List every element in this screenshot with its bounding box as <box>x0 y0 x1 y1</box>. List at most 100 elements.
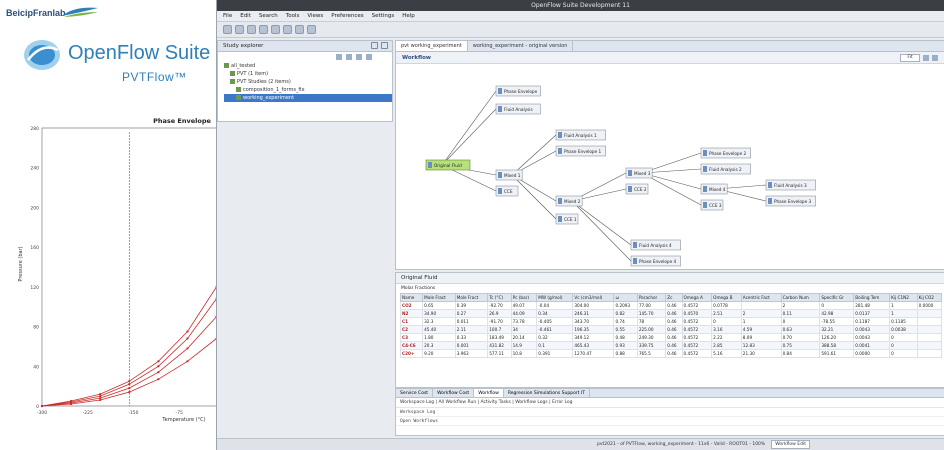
table-cell[interactable]: 0.55 <box>613 325 638 334</box>
table-cell[interactable]: 3.16 <box>711 325 742 334</box>
table-cell[interactable] <box>916 333 943 342</box>
table-cell[interactable]: 225.00 <box>636 325 667 334</box>
table-row[interactable]: C4-C6 20.3 0.001 431.82 14.9 0.1 465.43 0.93 339… <box>399 341 943 350</box>
editor-tab[interactable]: working_experiment - original version <box>468 41 574 51</box>
menu-item[interactable]: Settings <box>372 11 395 21</box>
table-cell[interactable]: 0.0043 <box>853 325 891 334</box>
table-cell[interactable]: -0.04 <box>536 301 574 310</box>
table-cell[interactable]: 8.09 <box>740 333 782 342</box>
table-cell[interactable]: 249.30 <box>636 333 667 342</box>
table-row[interactable]: CO2 0.65 0.39 -92.70 49.07 -0.04 304.00 0.2093 7… <box>399 301 943 310</box>
table-cell[interactable]: 0.0041 <box>853 341 891 350</box>
table-cell[interactable]: 1 <box>889 301 918 310</box>
workflow-node[interactable]: Fluid Analysis <box>495 103 541 115</box>
component-name-cell[interactable]: C2 <box>399 325 424 334</box>
workflow-node[interactable]: Phase Envelope 4 <box>630 255 681 267</box>
undo-icon[interactable] <box>259 25 268 34</box>
table-cell[interactable]: 1270.47 <box>572 349 615 358</box>
table-cell[interactable]: 339.75 <box>636 341 667 350</box>
workflow-node[interactable]: Phase Envelope 3 <box>765 195 816 207</box>
table-cell[interactable]: 0.4572 <box>681 349 713 358</box>
table-cell[interactable]: 5.16 <box>711 349 742 358</box>
table-cell[interactable]: 45.40 <box>422 325 456 334</box>
column-header[interactable]: ω <box>613 293 638 302</box>
table-cell[interactable] <box>916 349 943 358</box>
table-cell[interactable]: 388.58 <box>819 341 855 350</box>
column-header[interactable]: Omega B <box>711 293 742 302</box>
column-header[interactable]: Kij CO2 <box>916 293 943 302</box>
open-icon[interactable] <box>235 25 244 34</box>
table-cell[interactable]: 32.3 <box>422 317 456 326</box>
menu-item[interactable]: Preferences <box>331 11 363 21</box>
table-cell[interactable]: 0.39 <box>454 301 489 310</box>
table-cell[interactable]: -92.70 <box>487 301 512 310</box>
workflow-graph[interactable]: Original Fluid Phase Envelope Fluid Analys… <box>396 65 944 269</box>
menu-item[interactable]: Search <box>259 11 278 21</box>
table-cell[interactable]: 0.0038 <box>889 325 918 334</box>
console-tab[interactable]: Service Cost <box>396 389 434 397</box>
column-header[interactable]: Carbon Num <box>780 293 821 302</box>
table-cell[interactable]: 126.20 <box>819 333 855 342</box>
table-cell[interactable]: 0.1187 <box>853 317 891 326</box>
table-cell[interactable]: 0 <box>889 349 918 358</box>
table-cell[interactable] <box>916 317 943 326</box>
table-cell[interactable]: 14.9 <box>510 341 538 350</box>
table-cell[interactable]: 0.65 <box>422 301 456 310</box>
column-header[interactable]: Mole Fract <box>422 293 456 302</box>
table-cell[interactable]: 44.09 <box>510 309 538 318</box>
table-cell[interactable]: 0.2093 <box>613 301 638 310</box>
table-cell[interactable]: 0 <box>711 317 742 326</box>
console-tab[interactable]: Workflow Cost <box>433 389 475 397</box>
table-cell[interactable]: 0.0000 <box>853 349 891 358</box>
table-cell[interactable]: 0.46 <box>665 333 683 342</box>
table-cell[interactable]: 0.93 <box>613 341 638 350</box>
tree-item[interactable]: PVT (1 item) <box>224 70 392 78</box>
table-cell[interactable] <box>740 301 782 310</box>
table-cell[interactable]: 2.85 <box>711 341 742 350</box>
run-icon[interactable] <box>283 25 292 34</box>
table-cell[interactable]: 246.31 <box>572 309 615 318</box>
workflow-node[interactable]: Fluid Analysis 1 <box>555 129 606 141</box>
table-cell[interactable]: 77.00 <box>636 301 667 310</box>
table-cell[interactable]: 196.35 <box>572 325 615 334</box>
table-cell[interactable]: 0.88 <box>613 349 638 358</box>
new-icon[interactable] <box>223 25 232 34</box>
table-cell[interactable]: 183.49 <box>487 333 512 342</box>
workflow-node[interactable]: Original Fluid <box>425 159 471 171</box>
component-name-cell[interactable]: C4-C6 <box>399 341 424 350</box>
table-cell[interactable]: 2 <box>740 309 782 318</box>
column-header[interactable]: Parachor <box>636 293 667 302</box>
column-header[interactable]: Boiling Tem <box>853 293 891 302</box>
filter-icon[interactable] <box>356 54 362 60</box>
table-cell[interactable]: 0.4572 <box>681 301 713 310</box>
column-header[interactable]: MW (g/mol) <box>536 293 574 302</box>
table-cell[interactable]: 343.70 <box>572 317 615 326</box>
table-cell[interactable] <box>916 341 943 350</box>
table-cell[interactable] <box>916 325 943 334</box>
table-cell[interactable]: 0.0137 <box>853 309 891 318</box>
table-cell[interactable]: 0.11 <box>780 309 821 318</box>
component-name-cell[interactable]: N2 <box>399 309 424 318</box>
table-cell[interactable]: -0.405 <box>536 317 574 326</box>
table-cell[interactable]: 0.001 <box>454 341 489 350</box>
settings-icon[interactable] <box>307 25 316 34</box>
table-cell[interactable]: 10.8 <box>510 349 538 358</box>
table-cell[interactable]: 0.0000 <box>916 301 943 310</box>
workflow-node[interactable]: Phase Envelope 1 <box>555 145 606 157</box>
table-cell[interactable]: 0.48 <box>613 333 638 342</box>
table-cell[interactable]: 0.82 <box>613 309 638 318</box>
table-row[interactable]: C2 45.40 2.11 100.7 34 -0.461 196.35 0.55 225.00… <box>399 325 943 334</box>
table-cell[interactable]: 431.82 <box>487 341 512 350</box>
column-header[interactable]: Mole Fract <box>454 293 489 302</box>
table-cell[interactable]: 0.4572 <box>681 317 713 326</box>
workflow-node[interactable]: Phase Envelope <box>495 85 541 97</box>
column-header[interactable]: Zc <box>665 293 683 302</box>
table-cell[interactable]: 0.75 <box>780 341 821 350</box>
table-cell[interactable]: 100.7 <box>487 325 512 334</box>
column-header[interactable]: Name <box>399 293 424 302</box>
table-cell[interactable]: 0.84 <box>780 349 821 358</box>
table-cell[interactable]: 34 <box>510 325 538 334</box>
console-subbar[interactable]: Workspace Log | All Workflow Run | Activ… <box>396 398 944 408</box>
export-icon[interactable] <box>932 55 938 61</box>
menu-item[interactable]: Tools <box>286 11 300 21</box>
